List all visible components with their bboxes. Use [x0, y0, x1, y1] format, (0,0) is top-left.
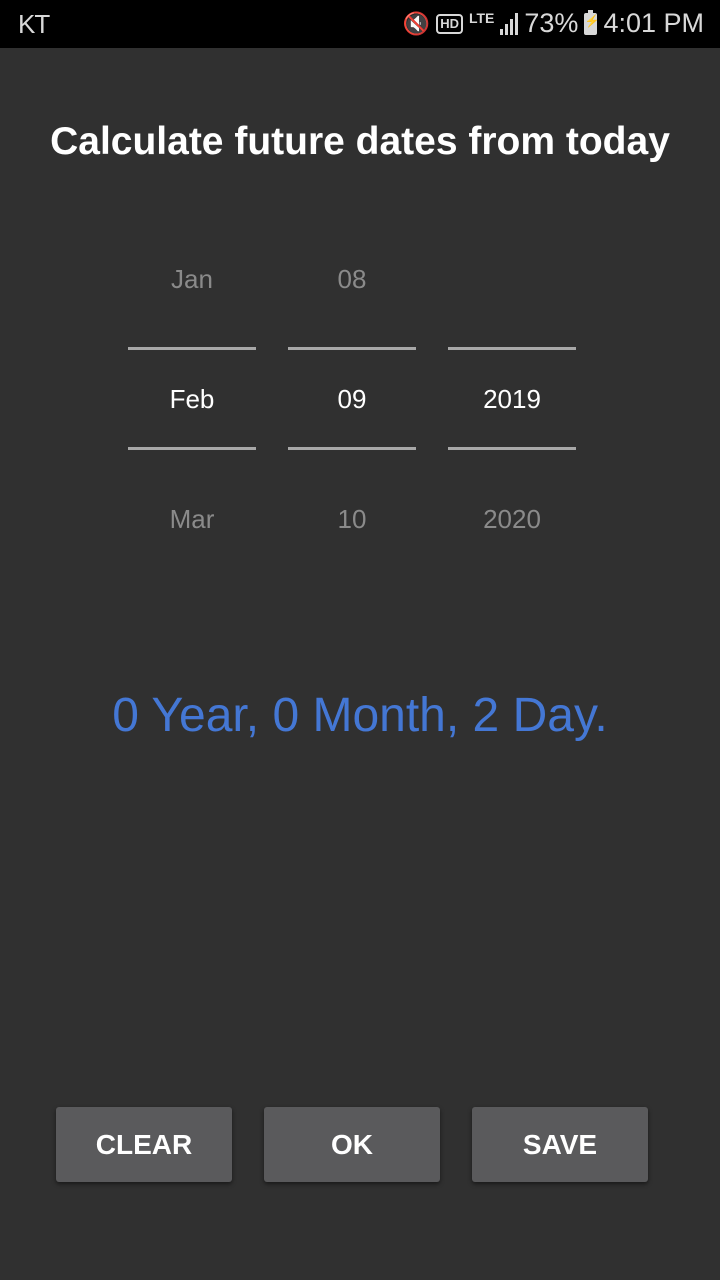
day-selected[interactable]: 09	[288, 384, 416, 415]
month-next[interactable]: Mar	[128, 504, 256, 535]
status-bar: KT 🔇 HD LTE 73% 4:01 PM	[0, 0, 720, 48]
page-title: Calculate future dates from today	[50, 120, 670, 163]
result-text: 0 Year, 0 Month, 2 Day.	[112, 689, 608, 742]
ok-button[interactable]: OK	[264, 1107, 440, 1182]
divider	[288, 347, 416, 350]
clear-button[interactable]: CLEAR	[56, 1107, 232, 1182]
day-picker[interactable]: 08 09 10	[288, 250, 416, 550]
divider	[128, 447, 256, 450]
signal-icon	[500, 12, 519, 35]
mute-vibrate-icon: 🔇	[402, 10, 431, 36]
carrier-label: KT	[18, 9, 50, 39]
divider	[128, 347, 256, 350]
year-next[interactable]: 2020	[448, 504, 576, 535]
divider	[448, 347, 576, 350]
hd-voice-icon: HD	[436, 13, 463, 34]
battery-charging-icon	[584, 9, 599, 35]
divider	[448, 447, 576, 450]
clock: 4:01 PM	[603, 8, 704, 38]
month-picker[interactable]: Jan Feb Mar	[128, 250, 256, 550]
divider	[288, 447, 416, 450]
month-selected[interactable]: Feb	[128, 384, 256, 415]
day-next[interactable]: 10	[288, 504, 416, 535]
year-picker[interactable]: 2019 2020	[448, 250, 576, 550]
battery-percent: 73%	[524, 8, 579, 38]
status-icons: 🔇 HD LTE 73% 4:01 PM	[403, 8, 704, 39]
lte-icon: LTE	[468, 9, 495, 26]
day-prev[interactable]: 08	[288, 264, 416, 295]
year-selected[interactable]: 2019	[448, 384, 576, 415]
month-prev[interactable]: Jan	[128, 264, 256, 295]
save-button[interactable]: SAVE	[472, 1107, 648, 1182]
